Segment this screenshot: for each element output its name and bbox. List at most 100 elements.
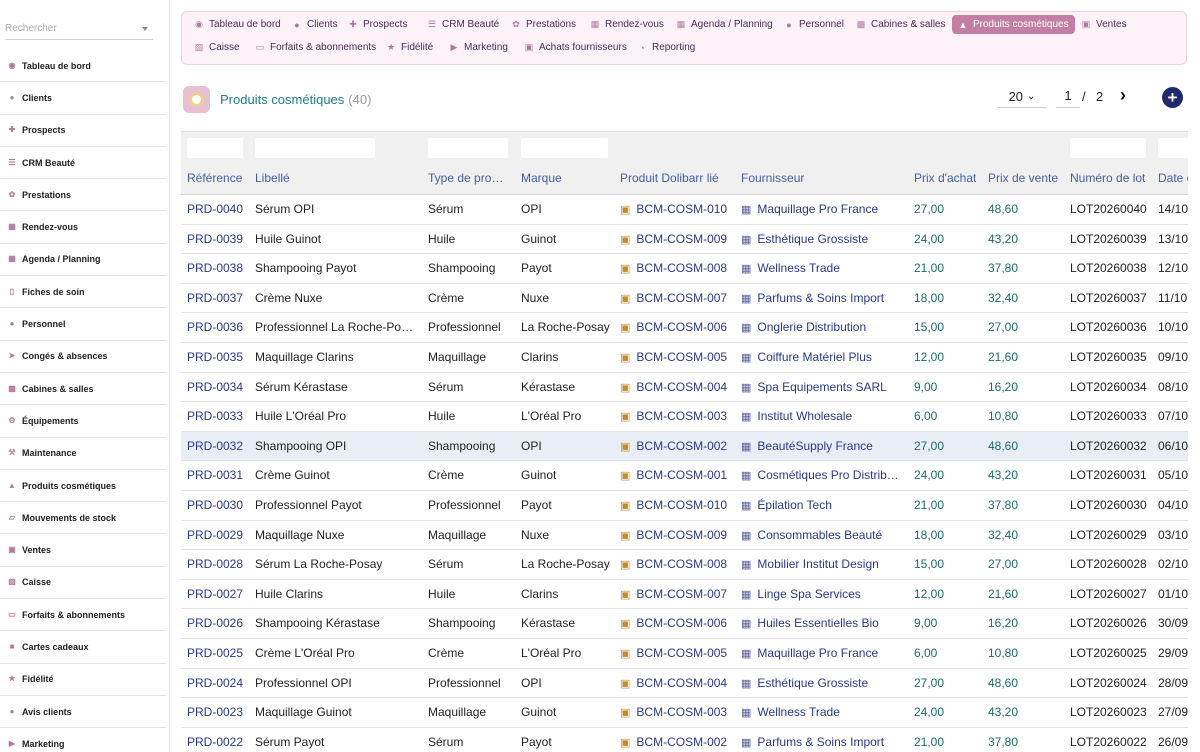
reference-link[interactable]: PRD-0037 xyxy=(187,284,243,313)
topnav-item-rendez-vous[interactable]: ▦ Rendez-vous xyxy=(584,15,670,34)
reference-link[interactable]: PRD-0024 xyxy=(187,669,243,698)
per-page-select[interactable]: 20 ⌄ xyxy=(997,86,1047,108)
topnav-item-forfaits-abonnements[interactable]: ▭ Forfaits & abonnements xyxy=(249,38,382,57)
column-header[interactable]: Type de pro… xyxy=(428,163,503,195)
search-box[interactable] xyxy=(5,18,153,40)
dolibarr-product-link[interactable]: ▣ BCM-COSM-008 xyxy=(620,254,727,283)
supplier-link[interactable]: ▦ Parfums & Soins Import xyxy=(741,284,906,313)
filter-reference[interactable] xyxy=(187,138,243,158)
dolibarr-product-link[interactable]: ▣ BCM-COSM-010 xyxy=(620,491,727,520)
topnav-item-crm-beauté[interactable]: ☰ CRM Beauté xyxy=(421,15,505,34)
topnav-item-marketing[interactable]: ▶ Marketing xyxy=(443,38,514,57)
sidebar-item-produits-cosmétiques[interactable]: ▲ Produits cosmétiques xyxy=(0,470,166,503)
dolibarr-product-link[interactable]: ▣ BCM-COSM-006 xyxy=(620,609,727,638)
topnav-item-clients[interactable]: ● Clients xyxy=(286,15,344,34)
column-header[interactable]: Produit Dolibarr lié xyxy=(620,163,719,195)
next-page-icon[interactable]: › xyxy=(1120,86,1138,106)
table-row[interactable]: PRD-0035 Maquillage Clarins Maquillage Clar… xyxy=(181,343,1188,373)
sidebar-item-rendez-vous[interactable]: ▦ Rendez-vous xyxy=(0,211,166,244)
reference-link[interactable]: PRD-0038 xyxy=(187,254,243,283)
dolibarr-product-link[interactable]: ▣ BCM-COSM-006 xyxy=(620,313,727,342)
table-row[interactable]: PRD-0022 Sérum Payot Sérum Payot ▣ BCM-COSM-0… xyxy=(181,728,1188,752)
column-header[interactable]: Marque xyxy=(521,163,562,195)
sidebar-item-agenda-planning[interactable]: ▦ Agenda / Planning xyxy=(0,244,166,277)
column-header[interactable]: Prix de vente xyxy=(988,163,1058,195)
table-row[interactable]: PRD-0039 Huile Guinot Huile Guinot ▣ BCM-COSM… xyxy=(181,225,1188,255)
filter-type[interactable] xyxy=(428,138,508,158)
table-row[interactable]: PRD-0036 Professionnel La Roche-Po… Profes… xyxy=(181,313,1188,343)
sidebar-item-cabines-salles[interactable]: ▩ Cabines & salles xyxy=(0,373,166,406)
reference-link[interactable]: PRD-0026 xyxy=(187,609,243,638)
sidebar-item-fiches-de-soin[interactable]: ▯ Fiches de soin xyxy=(0,276,166,309)
column-header[interactable]: Numéro de lot xyxy=(1070,163,1145,195)
supplier-link[interactable]: ▦ BeautéSupply France xyxy=(741,432,906,461)
sidebar-item-crm-beauté[interactable]: ☰ CRM Beauté xyxy=(0,147,166,180)
supplier-link[interactable]: ▦ Maquillage Pro France xyxy=(741,639,906,668)
sidebar-item-forfaits-abonnements[interactable]: ▭ Forfaits & abonnements xyxy=(0,599,166,632)
table-row[interactable]: PRD-0026 Shampooing Kérastase Shampooing Ké… xyxy=(181,609,1188,639)
dolibarr-product-link[interactable]: ▣ BCM-COSM-004 xyxy=(620,669,727,698)
column-header[interactable]: Fournisseur xyxy=(741,163,804,195)
reference-link[interactable]: PRD-0034 xyxy=(187,373,243,402)
reference-link[interactable]: PRD-0040 xyxy=(187,195,243,224)
column-header[interactable]: Libellé xyxy=(255,163,290,195)
dolibarr-product-link[interactable]: ▣ BCM-COSM-009 xyxy=(620,225,727,254)
dolibarr-product-link[interactable]: ▣ BCM-COSM-005 xyxy=(620,639,727,668)
sidebar-item-mouvements-de-stock[interactable]: ▱ Mouvements de stock xyxy=(0,502,166,535)
reference-link[interactable]: PRD-0029 xyxy=(187,521,243,550)
sidebar-item-avis-clients[interactable]: ● Avis clients xyxy=(0,696,166,729)
dolibarr-product-link[interactable]: ▣ BCM-COSM-002 xyxy=(620,432,727,461)
reference-link[interactable]: PRD-0030 xyxy=(187,491,243,520)
topnav-item-reporting[interactable]: ◔ Reporting xyxy=(631,38,701,57)
table-row[interactable]: PRD-0025 Crème L'Oréal Pro Crème L'Oréal Pr… xyxy=(181,639,1188,669)
table-row[interactable]: PRD-0027 Huile Clarins Huile Clarins ▣ BCM-CO… xyxy=(181,580,1188,610)
chevron-down-icon[interactable] xyxy=(142,27,148,31)
topnav-item-prestations[interactable]: ✿ Prestations xyxy=(505,15,582,34)
page-number-input[interactable]: 1 xyxy=(1056,86,1080,108)
table-row[interactable]: PRD-0023 Maquillage Guinot Maquillage Guino… xyxy=(181,698,1188,728)
supplier-link[interactable]: ▦ Institut Wholesale xyxy=(741,402,906,431)
table-row[interactable]: PRD-0031 Crème Guinot Crème Guinot ▣ BCM-COSM… xyxy=(181,461,1188,491)
filter-brand[interactable] xyxy=(521,138,608,158)
table-row[interactable]: PRD-0030 Professionnel Payot Professionnel… xyxy=(181,491,1188,521)
table-row[interactable]: PRD-0037 Crème Nuxe Crème Nuxe ▣ BCM-COSM-007… xyxy=(181,284,1188,314)
supplier-link[interactable]: ▦ Esthétique Grossiste xyxy=(741,225,906,254)
dolibarr-product-link[interactable]: ▣ BCM-COSM-007 xyxy=(620,284,727,313)
supplier-link[interactable]: ▦ Huiles Essentielles Bio xyxy=(741,609,906,638)
reference-link[interactable]: PRD-0035 xyxy=(187,343,243,372)
dolibarr-product-link[interactable]: ▣ BCM-COSM-003 xyxy=(620,698,727,727)
filter-lot[interactable] xyxy=(1070,138,1146,158)
dolibarr-product-link[interactable]: ▣ BCM-COSM-003 xyxy=(620,402,727,431)
topnav-item-produits-cosmétiques[interactable]: ▲ Produits cosmétiques xyxy=(952,15,1075,34)
reference-link[interactable]: PRD-0022 xyxy=(187,728,243,752)
filter-date[interactable] xyxy=(1158,138,1188,158)
table-row[interactable]: PRD-0028 Sérum La Roche-Posay Sérum La Roch… xyxy=(181,550,1188,580)
reference-link[interactable]: PRD-0023 xyxy=(187,698,243,727)
supplier-link[interactable]: ▦ Wellness Trade xyxy=(741,698,906,727)
sidebar-item-ventes[interactable]: ▣ Ventes xyxy=(0,534,166,567)
supplier-link[interactable]: ▦ Maquillage Pro France xyxy=(741,195,906,224)
reference-link[interactable]: PRD-0027 xyxy=(187,580,243,609)
reference-link[interactable]: PRD-0033 xyxy=(187,402,243,431)
topnav-item-agenda-planning[interactable]: ▦ Agenda / Planning xyxy=(670,15,779,34)
sidebar-item-tableau-de-bord[interactable]: ◉ Tableau de bord xyxy=(0,50,166,83)
sidebar-item-personnel[interactable]: ● Personnel xyxy=(0,308,166,341)
supplier-link[interactable]: ▦ Épilation Tech xyxy=(741,491,906,520)
supplier-link[interactable]: ▦ Consommables Beauté xyxy=(741,521,906,550)
search-input[interactable] xyxy=(5,18,135,34)
table-row[interactable]: PRD-0034 Sérum Kérastase Sérum Kérastase ▣ BC… xyxy=(181,373,1188,403)
dolibarr-product-link[interactable]: ▣ BCM-COSM-001 xyxy=(620,461,727,490)
dolibarr-product-link[interactable]: ▣ BCM-COSM-009 xyxy=(620,521,727,550)
dolibarr-product-link[interactable]: ▣ BCM-COSM-004 xyxy=(620,373,727,402)
sidebar-item-fidélité[interactable]: ★ Fidélité xyxy=(0,664,166,696)
table-row[interactable]: PRD-0024 Professionnel OPI Professionnel OP… xyxy=(181,669,1188,699)
dolibarr-product-link[interactable]: ▣ BCM-COSM-010 xyxy=(620,195,727,224)
sidebar-item-marketing[interactable]: ▶ Marketing xyxy=(0,728,166,752)
add-record-button[interactable]: + xyxy=(1162,87,1183,108)
topnav-item-tableau-de-bord[interactable]: ◉ Tableau de bord xyxy=(188,15,287,34)
dolibarr-product-link[interactable]: ▣ BCM-COSM-008 xyxy=(620,550,727,579)
reference-link[interactable]: PRD-0025 xyxy=(187,639,243,668)
dolibarr-product-link[interactable]: ▣ BCM-COSM-007 xyxy=(620,580,727,609)
topnav-item-personnel[interactable]: ● Personnel xyxy=(778,15,850,34)
sidebar-item-caisse[interactable]: ▨ Caisse xyxy=(0,567,166,600)
